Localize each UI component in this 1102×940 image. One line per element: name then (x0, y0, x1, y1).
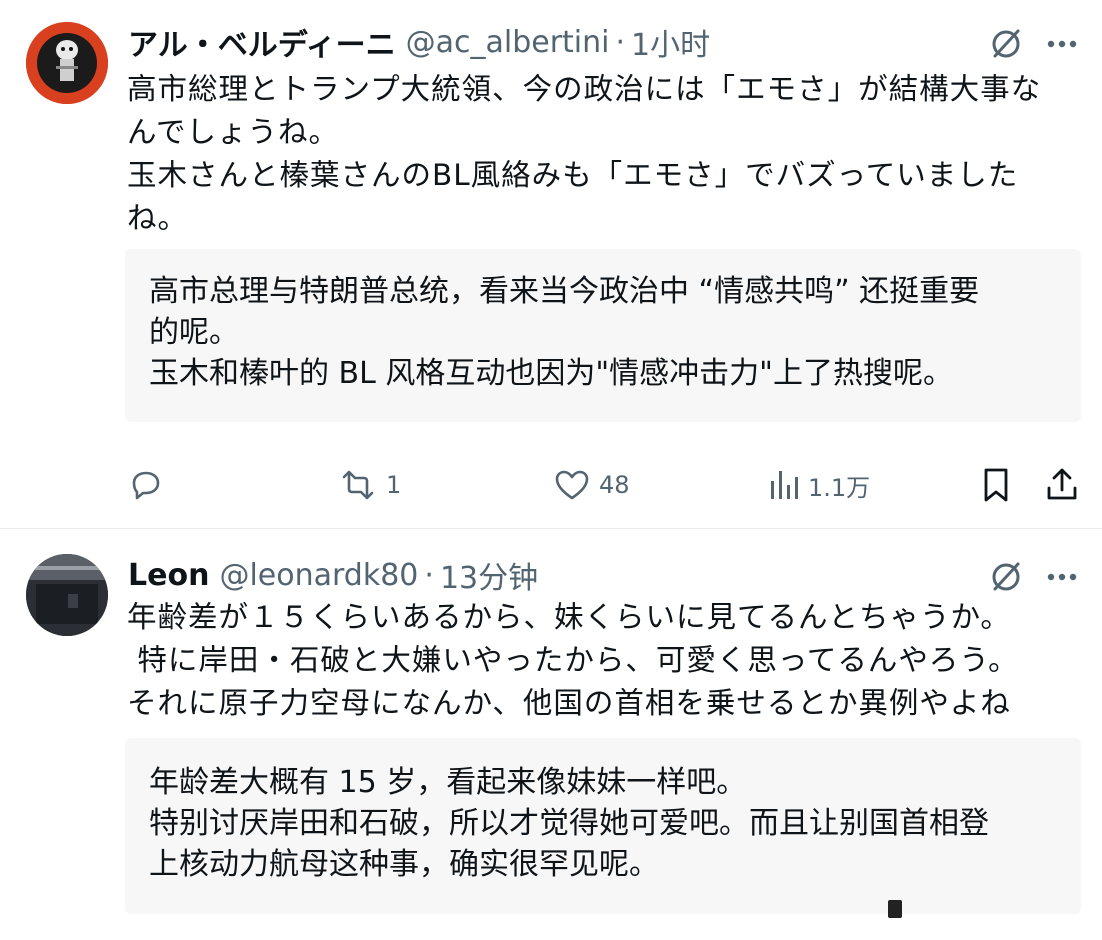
avatar[interactable] (26, 22, 108, 104)
grok-icon[interactable] (988, 26, 1024, 62)
timestamp[interactable]: 1小时 (631, 20, 710, 64)
tweet-text-line: 玉木さんと榛葉さんのBL風絡みも「エモさ」でバズっていました (127, 158, 1019, 192)
translation-line: 年龄差大概有 15 岁，看起来像妹妹一样吧。 (149, 765, 747, 800)
retweet-icon (338, 467, 378, 503)
scroll-indicator (888, 900, 902, 918)
avatar-image (26, 554, 108, 636)
tweet-header-actions (988, 559, 1078, 595)
tweet-header-actions (988, 26, 1078, 62)
tweet-header: Leon @leonardk80 · 13分钟 (128, 553, 538, 597)
tweet-text-line: んでしょうね。 (127, 115, 340, 149)
display-name[interactable]: アル・ベルディーニ (128, 20, 396, 64)
separator-dot: · (615, 24, 626, 60)
tweet-text-line: 高市総理とトランプ大統領、今の政治には「エモさ」が結構大事な (127, 72, 1042, 106)
translation-line: 上核动力航母这种事，确实很罕见呢。 (149, 847, 659, 882)
separator-dot: · (424, 557, 434, 593)
tweet-text-line: ね。 (127, 201, 189, 235)
translation-box: 年龄差大概有 15 岁，看起来像妹妹一样吧。 特别讨厌岸田和石破，所以才觉得她可… (125, 738, 1081, 914)
translation-line: 高市总理与特朗普总统，看来当今政治中 “情感共鸣” 还挺重要 (149, 274, 980, 309)
views-icon (768, 467, 800, 503)
tweet[interactable]: アル・ベルディーニ @ac_albertini · 1小时 高市総理とトランプ大… (0, 0, 1102, 528)
tweet[interactable]: Leon @leonardk80 · 13分钟 年齢差が１５くらいあるから、妹く… (0, 529, 1102, 940)
tweet-text-line: それに原子力空母になんか、他国の首相を乗せるとか異例やよね (127, 686, 1011, 720)
avatar[interactable] (26, 554, 108, 636)
translation-box: 高市总理与特朗普总统，看来当今政治中 “情感共鸣” 还挺重要 的呢。 玉木和榛叶… (125, 249, 1081, 422)
views-button[interactable]: 1.1万 (768, 463, 870, 507)
user-handle[interactable]: @leonardk80 (219, 558, 418, 593)
more-icon[interactable] (1046, 39, 1078, 49)
share-icon (1044, 466, 1080, 504)
tweet-header: アル・ベルディーニ @ac_albertini · 1小时 (128, 20, 710, 64)
bookmark-icon (980, 466, 1012, 504)
tweet-text-line: 特に岸田・石破と大嫌いやったから、可愛く思ってるんやろう。 (127, 643, 1019, 677)
translation-line: 特别讨厌岸田和石破，所以才觉得她可爱吧。而且让别国首相登 (149, 806, 989, 841)
avatar-image (26, 22, 108, 104)
bookmark-button[interactable] (980, 463, 1012, 507)
translation-line: 的呢。 (149, 315, 239, 350)
views-count: 1.1万 (808, 473, 871, 502)
share-button[interactable] (1044, 463, 1080, 507)
retweet-count: 1 (386, 471, 402, 499)
heart-icon (553, 467, 591, 503)
translation-line: 玉木和榛叶的 BL 风格互动也因为"情感冲击力"上了热搜呢。 (149, 356, 953, 391)
reply-button[interactable] (128, 463, 172, 507)
reply-icon (128, 467, 164, 503)
grok-icon[interactable] (988, 559, 1024, 595)
tweet-text: 年齢差が１５くらいあるから、妹くらいに見てるんとちゃうか。 特に岸田・石破と大嫌… (127, 596, 1077, 725)
like-count: 48 (599, 471, 630, 499)
user-handle[interactable]: @ac_albertini (406, 25, 610, 60)
tweet-actions: 1 48 1.1万 (128, 463, 1080, 507)
more-icon[interactable] (1046, 572, 1078, 582)
tweet-text: 高市総理とトランプ大統領、今の政治には「エモさ」が結構大事な んでしょうね。 玉… (127, 68, 1077, 240)
timestamp[interactable]: 13分钟 (440, 553, 538, 597)
display-name[interactable]: Leon (128, 558, 209, 593)
retweet-button[interactable]: 1 (338, 463, 401, 507)
like-button[interactable]: 48 (553, 463, 630, 507)
tweet-text-line: 年齢差が１５くらいあるから、妹くらいに見てるんとちゃうか。 (127, 600, 1011, 634)
